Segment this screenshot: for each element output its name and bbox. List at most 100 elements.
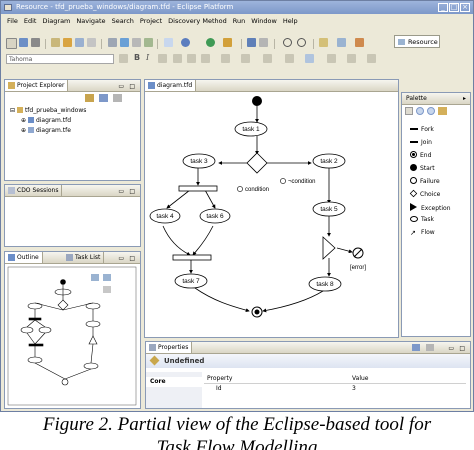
menu-project[interactable]: Project xyxy=(140,17,162,25)
align-icon[interactable] xyxy=(241,54,250,63)
refresh-icon[interactable] xyxy=(75,38,84,47)
history-icon[interactable] xyxy=(355,38,364,47)
palette-item-flow[interactable]: ↗ Flow xyxy=(410,229,435,237)
menu-window[interactable]: Window xyxy=(251,17,277,25)
open-icon[interactable] xyxy=(51,38,60,47)
copy-icon[interactable] xyxy=(108,38,117,47)
folder-icon[interactable] xyxy=(63,38,72,47)
expand-icon[interactable]: ⊟ xyxy=(10,107,15,114)
menu-discovery-method[interactable]: Discovery Method xyxy=(168,17,227,25)
run-icon[interactable] xyxy=(206,38,215,47)
italic-icon[interactable]: I xyxy=(146,53,149,62)
select-tool-icon[interactable] xyxy=(405,107,413,115)
tab-project-explorer[interactable]: Project Explorer xyxy=(5,80,69,91)
menu-navigate[interactable]: Navigate xyxy=(76,17,105,25)
flow-task4-join[interactable] xyxy=(162,225,191,256)
minimize-view-icon[interactable]: ▭ xyxy=(118,253,124,264)
properties-table-row[interactable]: Id 3 xyxy=(204,384,466,393)
block-icon[interactable] xyxy=(297,38,306,47)
maximize-button[interactable]: □ xyxy=(449,3,459,12)
bold-icon[interactable]: B xyxy=(134,53,140,62)
join-node[interactable] xyxy=(172,254,212,261)
save-icon[interactable] xyxy=(19,38,28,47)
new-icon[interactable] xyxy=(6,38,17,49)
font-color-icon[interactable] xyxy=(158,54,167,63)
outline-thumbnail[interactable] xyxy=(5,264,140,409)
maximize-view-icon[interactable]: □ xyxy=(129,81,135,92)
line-style-icon[interactable] xyxy=(201,54,210,63)
tab-diagram-tfd[interactable]: diagram.tfd xyxy=(145,80,197,91)
zoom-out-tool-icon[interactable] xyxy=(427,107,435,115)
palette-item-end[interactable]: End xyxy=(410,151,431,160)
outline-tool-icon[interactable] xyxy=(103,286,111,293)
minimize-view-icon[interactable]: ▭ xyxy=(118,186,124,197)
menu-edit[interactable]: Edit xyxy=(24,17,37,25)
tree-item-diagram-tfd[interactable]: ⊕ diagram.tfd xyxy=(21,116,71,125)
select-all-icon[interactable] xyxy=(347,54,356,63)
view-menu-icon[interactable] xyxy=(426,344,434,351)
line-color-icon[interactable] xyxy=(187,54,196,63)
palette-item-exception[interactable]: Exception xyxy=(410,203,451,213)
pin-view-icon[interactable] xyxy=(412,344,420,351)
fork-node[interactable] xyxy=(178,185,218,192)
print-icon[interactable] xyxy=(31,38,40,47)
tab-outline[interactable]: Outline xyxy=(5,252,43,263)
external-tools-icon[interactable] xyxy=(259,38,268,47)
paste-icon[interactable] xyxy=(120,38,129,47)
tab-task-list[interactable]: Task List xyxy=(63,252,105,263)
expand-icon[interactable]: ⊕ xyxy=(21,117,26,124)
filters-icon[interactable] xyxy=(367,54,376,63)
outline-tool-icon[interactable] xyxy=(91,274,99,281)
tab-cdo-sessions[interactable]: CDO Sessions xyxy=(5,185,63,196)
arrange-icon[interactable] xyxy=(263,54,272,63)
maximize-view-icon[interactable]: □ xyxy=(129,253,135,264)
zoom-level-icon[interactable] xyxy=(327,54,336,63)
delete-icon[interactable] xyxy=(132,38,141,47)
debug-icon[interactable] xyxy=(223,38,232,47)
font-size-icon[interactable] xyxy=(119,54,128,63)
flow-fork-task4[interactable] xyxy=(166,189,191,209)
minimize-view-icon[interactable]: ▭ xyxy=(448,343,454,354)
link-editor-icon[interactable] xyxy=(99,94,108,102)
collapse-all-icon[interactable] xyxy=(85,94,94,102)
section-core[interactable]: Core xyxy=(146,377,202,387)
exception-node[interactable] xyxy=(322,236,336,260)
maximize-view-icon[interactable]: □ xyxy=(129,186,135,197)
tree-item-project[interactable]: ⊟ tfd_prueba_windows xyxy=(10,106,86,115)
tab-properties[interactable]: Properties xyxy=(146,342,193,353)
router-icon[interactable] xyxy=(305,54,314,63)
start-node[interactable] xyxy=(252,96,262,106)
menu-diagram[interactable]: Diagram xyxy=(42,17,70,25)
menu-search[interactable]: Search xyxy=(112,17,134,25)
palette-item-failure[interactable]: Failure xyxy=(410,177,440,186)
font-selector[interactable]: Tahoma xyxy=(6,54,114,64)
expand-icon[interactable]: ⊕ xyxy=(21,127,26,134)
zoom-icon[interactable] xyxy=(164,38,173,47)
minimize-view-icon[interactable]: ▭ xyxy=(118,81,124,92)
palette-collapse-icon[interactable]: ▸ xyxy=(463,93,466,104)
outline-tool-icon[interactable] xyxy=(103,274,111,281)
palette-item-start[interactable]: Start xyxy=(410,164,435,173)
palette-item-join[interactable]: Join xyxy=(410,138,432,147)
view-menu-icon[interactable] xyxy=(113,94,122,102)
tree-item-diagram-tfe[interactable]: ⊕ diagram.tfe xyxy=(21,126,71,135)
flow-task8-end[interactable] xyxy=(262,290,324,313)
flow-task7-end[interactable] xyxy=(194,287,250,313)
menu-file[interactable]: File xyxy=(7,17,18,25)
perspective-resource-button[interactable]: Resource xyxy=(394,35,440,48)
globe-icon[interactable] xyxy=(181,38,190,47)
distribute-icon[interactable] xyxy=(285,54,294,63)
zoom-in-tool-icon[interactable] xyxy=(416,107,424,115)
diagram-canvas[interactable]: task 1 condition ¬condition task 3 task … xyxy=(145,92,398,338)
minimize-button[interactable]: _ xyxy=(438,3,448,12)
undo-icon[interactable] xyxy=(144,38,153,47)
arrow-style-icon[interactable] xyxy=(221,54,230,63)
palette-item-fork[interactable]: Fork xyxy=(410,125,434,134)
menu-run[interactable]: Run xyxy=(233,17,245,25)
menu-help[interactable]: Help xyxy=(283,17,298,25)
fill-color-icon[interactable] xyxy=(173,54,182,63)
forward-icon[interactable] xyxy=(337,38,346,47)
choice-node[interactable] xyxy=(246,152,268,174)
flow-exception-failure[interactable] xyxy=(336,247,353,254)
back-icon[interactable] xyxy=(319,38,328,47)
